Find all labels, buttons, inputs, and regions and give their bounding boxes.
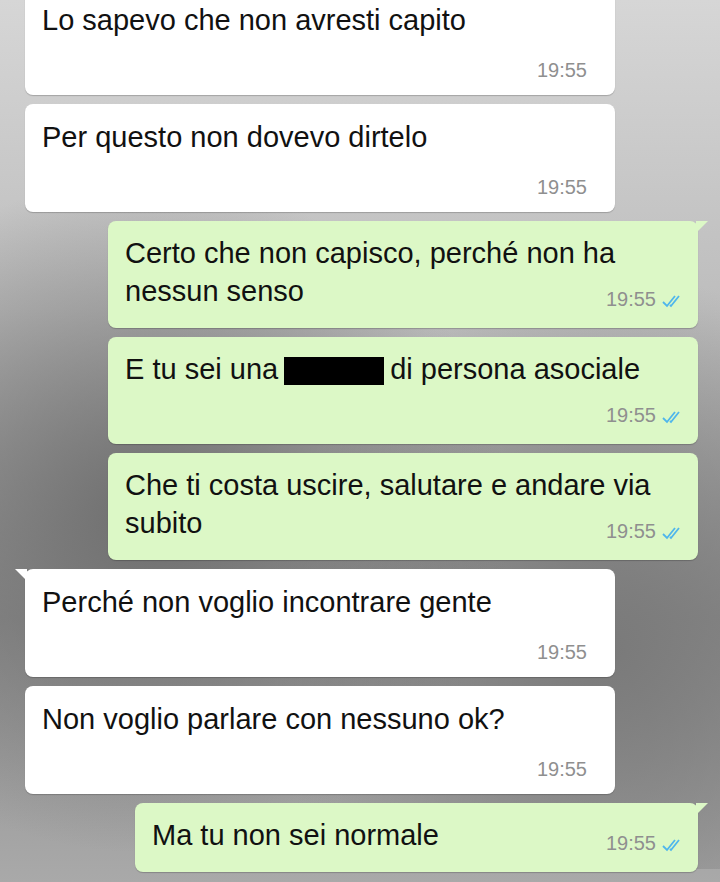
message-text: di persona asociale: [390, 353, 640, 385]
message-text: Certo che non capisco, perché non ha nes…: [125, 237, 615, 307]
message-text: Ma tu non sei normale: [152, 819, 439, 851]
message-text: Per questo non dovevo dirtelo: [42, 121, 427, 153]
message-list: Lo sapevo che non avresti capito19:55Per…: [0, 0, 720, 872]
message-text: Non voglio parlare con nessuno ok?: [42, 703, 505, 735]
double-check-icon: [662, 294, 684, 308]
message-time: 19:55: [537, 175, 599, 199]
message-text: Che ti costa uscire, salutare e andare v…: [125, 469, 651, 539]
message-meta: 19:55: [606, 404, 684, 426]
message-time: 19:55: [606, 404, 656, 426]
double-check-icon: [662, 526, 684, 540]
message-text: Lo sapevo che non avresti capito: [42, 4, 466, 36]
message-meta: 19:55: [606, 520, 684, 542]
wallpaper-photo: Lo sapevo che non avresti capito19:55Per…: [0, 0, 720, 869]
outgoing-message[interactable]: E tu sei una di persona asociale 19:55: [108, 337, 698, 444]
message-time: 19:55: [537, 757, 599, 781]
double-check-icon: [662, 410, 684, 424]
message-time: 19:55: [606, 832, 656, 854]
redaction-box: [284, 357, 384, 385]
message-time: 19:55: [606, 520, 656, 542]
chat-screen: Lo sapevo che non avresti capito19:55Per…: [0, 0, 720, 882]
incoming-message[interactable]: Perché non voglio incontrare gente 19:55: [25, 569, 615, 677]
outgoing-message[interactable]: Che ti costa uscire, salutare e andare v…: [108, 453, 698, 560]
message-text: Perché non voglio incontrare gente: [42, 586, 492, 618]
message-text: E tu sei una: [125, 353, 278, 385]
incoming-message[interactable]: Per questo non dovevo dirtelo 19:55: [25, 104, 615, 212]
message-time: 19:55: [537, 640, 599, 664]
outgoing-message[interactable]: Ma tu non sei normale 19:55: [135, 803, 698, 872]
message-meta: 19:55: [606, 288, 684, 310]
message-time: 19:55: [537, 58, 599, 82]
message-meta: 19:55: [606, 832, 684, 854]
double-check-icon: [662, 838, 684, 852]
message-time: 19:55: [606, 288, 656, 310]
incoming-message[interactable]: Lo sapevo che non avresti capito 19:55: [25, 0, 615, 95]
incoming-message[interactable]: Non voglio parlare con nessuno ok? 19:55: [25, 686, 615, 794]
outgoing-message[interactable]: Certo che non capisco, perché non ha nes…: [108, 221, 698, 328]
